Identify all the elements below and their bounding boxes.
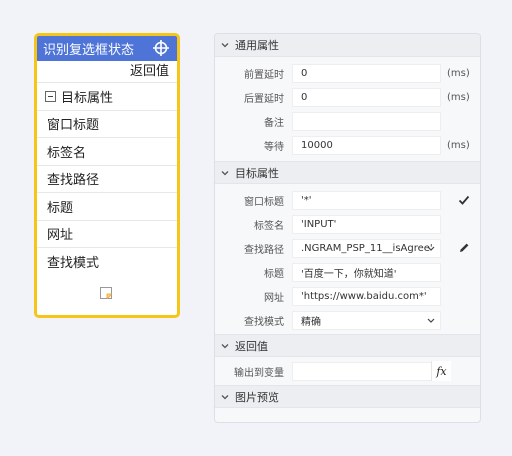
chevron-down-icon[interactable] — [427, 318, 435, 324]
properties-panel: 通用属性 前置延时 0 (ms) 后置延时 0 (ms) 备注 等待 10000… — [214, 33, 481, 423]
field-label: 标题 — [264, 268, 284, 280]
field-label: 等待 — [264, 141, 284, 153]
section-general-header[interactable]: 通用属性 — [215, 34, 480, 57]
node-row-path: 查找路径 — [37, 166, 177, 193]
node-row-url: 网址 — [37, 221, 177, 248]
node-row-label: 窗口标题 — [47, 118, 100, 134]
field-label: 输出到变量 — [234, 367, 284, 379]
post-delay-input[interactable]: 0 — [292, 87, 441, 107]
activity-node-card[interactable]: 识别复选框状态 返回值 目标属性 窗口标题 标签名 查找路径 标题 网址 查找模… — [34, 33, 180, 318]
collapse-icon[interactable] — [45, 90, 56, 102]
row-post-delay: 后置延时 0 (ms) — [215, 85, 480, 109]
node-row-window-title: 窗口标题 — [37, 111, 177, 138]
node-row-label: 查找路径 — [47, 173, 100, 189]
field-label: 备注 — [264, 117, 284, 129]
image-preview-area — [215, 408, 480, 422]
unit-label: (ms) — [447, 67, 470, 79]
chevron-down-icon[interactable] — [220, 168, 230, 178]
wait-input[interactable]: 10000 — [292, 135, 441, 155]
field-label: 窗口标题 — [244, 196, 284, 208]
find-mode-value: 精确 — [301, 316, 321, 328]
row-remark: 备注 — [215, 109, 480, 133]
chevron-down-icon[interactable] — [427, 246, 435, 252]
find-path-select[interactable]: .NGRAM_PSP_11__isAgree' — [292, 238, 441, 258]
section-preview-header[interactable]: 图片预览 — [215, 385, 480, 408]
tag-name-input[interactable]: 'INPUT' — [292, 214, 441, 234]
node-row-label: 网址 — [47, 228, 74, 244]
row-output-variable: 输出到变量 fx — [215, 359, 480, 383]
url-input[interactable]: 'https://www.baidu.com*' — [292, 286, 441, 306]
node-row-title: 标题 — [37, 193, 177, 221]
chevron-down-icon[interactable] — [220, 40, 230, 50]
check-icon[interactable] — [458, 194, 470, 206]
window-title-input[interactable]: '*' — [292, 190, 441, 210]
find-mode-select[interactable]: 精确 — [292, 310, 441, 330]
node-group-target[interactable]: 目标属性 — [37, 83, 177, 111]
section-title: 目标属性 — [235, 166, 279, 180]
row-find-mode: 查找模式 精确 — [215, 308, 480, 332]
fx-button[interactable]: fx — [431, 361, 451, 381]
output-variable-input[interactable] — [292, 361, 441, 381]
pre-delay-input[interactable]: 0 — [292, 63, 441, 83]
row-pre-delay: 前置延时 0 (ms) — [215, 61, 480, 85]
section-title: 通用属性 — [235, 39, 279, 52]
node-row-mode: 查找模式 — [37, 248, 177, 276]
unit-label: (ms) — [447, 91, 470, 103]
row-find-path: 查找路径 .NGRAM_PSP_11__isAgree' — [215, 236, 480, 260]
section-title: 图片预览 — [235, 390, 279, 404]
remark-input[interactable] — [292, 111, 441, 131]
node-header[interactable]: 识别复选框状态 — [37, 36, 177, 61]
chevron-down-icon[interactable] — [220, 392, 230, 402]
row-url: 网址 'https://www.baidu.com*' — [215, 284, 480, 308]
pencil-icon[interactable] — [458, 242, 470, 254]
field-label: 网址 — [264, 292, 284, 304]
node-row-label: 标签名 — [47, 145, 87, 161]
note-icon[interactable] — [100, 287, 112, 299]
section-return-header[interactable]: 返回值 — [215, 334, 480, 357]
field-label: 查找路径 — [244, 244, 284, 256]
title-input[interactable]: '百度一下，你就知道' — [292, 262, 441, 282]
node-row-tag: 标签名 — [37, 138, 177, 166]
row-title: 标题 '百度一下，你就知道' — [215, 260, 480, 284]
field-label: 前置延时 — [244, 69, 284, 81]
row-window-title: 窗口标题 '*' — [215, 188, 480, 212]
node-return-label: 返回值 — [37, 61, 177, 83]
field-label: 查找模式 — [244, 316, 284, 328]
node-row-label: 查找模式 — [47, 256, 100, 272]
section-title: 返回值 — [235, 339, 268, 353]
unit-label: (ms) — [447, 139, 470, 151]
node-group-label: 目标属性 — [61, 90, 114, 106]
row-tag-name: 标签名 'INPUT' — [215, 212, 480, 236]
find-path-value: .NGRAM_PSP_11__isAgree' — [301, 242, 433, 254]
crosshair-icon[interactable] — [153, 40, 169, 56]
section-target-header[interactable]: 目标属性 — [215, 161, 480, 184]
node-row-label: 标题 — [47, 200, 74, 216]
field-label: 后置延时 — [244, 93, 284, 105]
row-wait: 等待 10000 (ms) — [215, 133, 480, 157]
chevron-down-icon[interactable] — [220, 341, 230, 351]
node-title: 识别复选框状态 — [43, 43, 135, 58]
field-label: 标签名 — [254, 220, 284, 232]
